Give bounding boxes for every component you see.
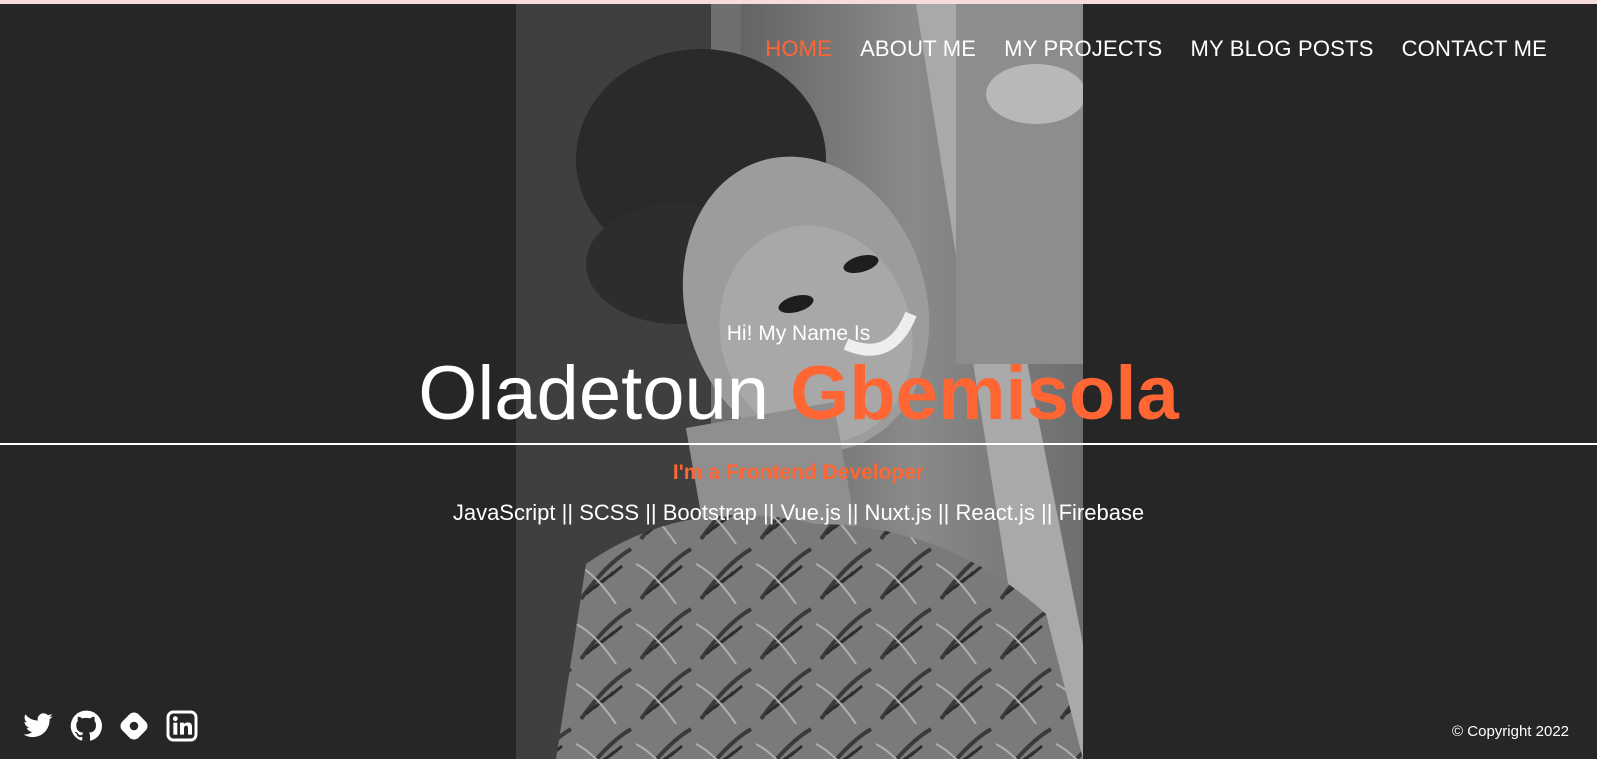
hashnode-link[interactable]	[118, 710, 150, 742]
top-strip	[0, 0, 1597, 4]
hero-first-name: Oladetoun	[418, 351, 770, 436]
main-nav: HOME ABOUT ME MY PROJECTS MY BLOG POSTS …	[751, 36, 1561, 62]
page: HOME ABOUT ME MY PROJECTS MY BLOG POSTS …	[0, 0, 1597, 759]
github-icon	[70, 710, 102, 741]
nav-about-me[interactable]: ABOUT ME	[846, 36, 990, 62]
nav-my-blog-posts[interactable]: MY BLOG POSTS	[1176, 36, 1387, 62]
hero-greeting: Hi! My Name Is	[726, 322, 871, 345]
hero-name: Oladetoun Gbemisola	[0, 350, 1597, 438]
twitter-link[interactable]	[22, 710, 54, 742]
hashnode-icon	[120, 712, 148, 740]
nav-my-projects[interactable]: MY PROJECTS	[990, 36, 1176, 62]
hero-role: I'm a Frontend Developer	[672, 461, 925, 484]
hero-skills: JavaScript || SCSS || Bootstrap || Vue.j…	[452, 500, 1145, 525]
hero-last-name: Gbemisola	[790, 351, 1179, 436]
nav-home[interactable]: HOME	[751, 36, 846, 62]
github-link[interactable]	[70, 710, 102, 742]
linkedin-link[interactable]	[166, 710, 198, 742]
nav-contact-me[interactable]: CONTACT ME	[1388, 36, 1561, 62]
hero-divider	[0, 443, 1597, 445]
social-links	[22, 710, 198, 742]
copyright-text: © Copyright 2022	[1452, 723, 1569, 740]
twitter-icon	[23, 713, 53, 738]
linkedin-icon	[166, 710, 198, 742]
